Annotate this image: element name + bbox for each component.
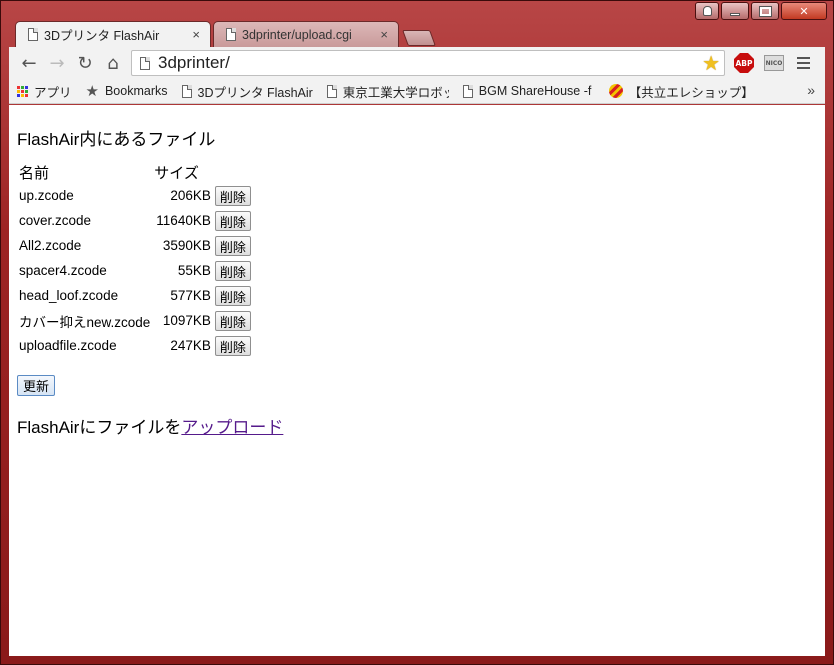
file-name: spacer4.zcode (19, 263, 107, 278)
delete-button[interactable]: 削除 (214, 210, 251, 231)
nico-icon: NICO (764, 55, 784, 71)
url-text[interactable]: 3dprinter/ (158, 53, 694, 73)
user-icon (702, 6, 712, 16)
minimize-icon (730, 12, 740, 16)
table-row: up.zcode 206KB 削除 (17, 183, 253, 208)
upload-link[interactable]: アップロード (181, 418, 283, 437)
kyoritsu-icon (608, 84, 623, 98)
address-bar[interactable]: 3dprinter/ ★ (131, 50, 725, 76)
file-size: 3590KB (162, 238, 211, 253)
browser-toolbar: ← → ↻ ⌂ 3dprinter/ ★ ABP NICO (9, 47, 825, 79)
tab-close-icon[interactable]: × (192, 27, 200, 42)
delete-button[interactable]: 削除 (214, 260, 251, 281)
page-heading: FlashAir内にあるファイル (17, 130, 216, 149)
delete-button[interactable]: 削除 (214, 335, 251, 356)
file-size: 247KB (170, 338, 211, 353)
forward-button[interactable]: → (43, 49, 71, 77)
column-header-name: 名前 (19, 165, 50, 182)
file-size: 1097KB (162, 313, 211, 328)
file-size: 11640KB (156, 213, 211, 228)
bookmark-kyoritsu[interactable]: 【共立エレショップ】 (608, 82, 754, 101)
hamburger-icon (797, 57, 810, 59)
bookmark-3dprinter[interactable]: 3Dプリンタ FlashAir (181, 82, 313, 101)
page-icon (226, 28, 236, 41)
delete-button[interactable]: 削除 (214, 235, 251, 256)
close-icon: ✕ (799, 4, 809, 18)
maximize-icon (758, 5, 772, 17)
table-row: カバー抑えnew.zcode 1097KB 削除 (17, 308, 253, 333)
file-name: カバー抑えnew.zcode (19, 314, 151, 330)
page-icon (462, 84, 473, 98)
tab-strip: 3Dプリンタ FlashAir × 3dprinter/upload.cgi × (15, 21, 436, 47)
home-button[interactable]: ⌂ (99, 49, 127, 77)
delete-button[interactable]: 削除 (214, 310, 251, 331)
tab-close-icon[interactable]: × (380, 27, 388, 42)
table-row: cover.zcode 11640KB 削除 (17, 208, 253, 233)
upload-prefix-text: FlashAirにファイルを (17, 418, 182, 437)
tab-label: 3Dプリンタ FlashAir (44, 29, 160, 43)
file-table: 名前 サイズ up.zcode 206KB 削除 cover.zcode 11640KB… (17, 162, 253, 358)
close-window-button[interactable]: ✕ (781, 2, 827, 20)
back-button[interactable]: ← (15, 49, 43, 77)
page-icon (140, 56, 150, 70)
bookmark-label: BGM ShareHouse -f (478, 84, 592, 98)
table-header-row: 名前 サイズ (17, 162, 253, 183)
file-name: uploadfile.zcode (19, 338, 117, 353)
table-row: All2.zcode 3590KB 削除 (17, 233, 253, 258)
page-content: FlashAir内にあるファイル 名前 サイズ up.zcode 206KB 削除 c… (9, 105, 825, 656)
table-row: spacer4.zcode 55KB 削除 (17, 258, 253, 283)
page-icon (28, 28, 38, 41)
browser-window: ✕ 3Dプリンタ FlashAir × 3dprinter/upload.cgi… (0, 0, 834, 665)
file-name: head_loof.zcode (19, 288, 119, 303)
file-size: 577KB (170, 288, 211, 303)
file-rows: up.zcode 206KB 削除 cover.zcode 11640KB 削除 All2.… (17, 183, 253, 358)
nico-extension-button[interactable]: NICO (763, 52, 785, 74)
tab-flashair[interactable]: 3Dプリンタ FlashAir × (15, 21, 211, 47)
forward-arrow-icon: → (49, 52, 65, 74)
window-controls: ✕ (695, 2, 827, 20)
tab-upload-cgi[interactable]: 3dprinter/upload.cgi × (213, 21, 399, 47)
bookmarks-bar: アプリ ★ Bookmarks 3Dプリンタ FlashAir 東京工業大学ロボ… (9, 79, 825, 104)
bookmark-star-icon[interactable]: ★ (702, 51, 724, 76)
file-name: up.zcode (19, 188, 74, 203)
minimize-button[interactable] (721, 2, 749, 20)
maximize-button[interactable] (751, 2, 779, 20)
bookmark-label: Bookmarks (104, 84, 168, 98)
bookmark-label: 3Dプリンタ FlashAir (197, 85, 313, 100)
adblock-icon: ABP (734, 53, 754, 73)
page-icon (181, 84, 192, 98)
tab-label: 3dprinter/upload.cgi (242, 27, 352, 42)
file-name: cover.zcode (19, 213, 92, 228)
delete-button[interactable]: 削除 (214, 185, 251, 206)
bookmark-titech-robot[interactable]: 東京工業大学ロボット (326, 82, 449, 101)
bookmark-label: アプリ (34, 85, 72, 100)
bookmark-label: 東京工業大学ロボット (342, 85, 449, 100)
upload-line: FlashAirにファイルをアップロード (17, 413, 283, 438)
back-arrow-icon: ← (21, 52, 37, 74)
column-header-size: サイズ (154, 165, 199, 182)
delete-button[interactable]: 削除 (214, 285, 251, 306)
home-icon: ⌂ (107, 52, 119, 74)
reload-icon: ↻ (77, 52, 93, 74)
page-icon (326, 84, 337, 98)
adblock-extension-button[interactable]: ABP (733, 52, 755, 74)
reload-button[interactable]: ↻ (71, 49, 99, 77)
bookmark-label: 【共立エレショップ】 (628, 85, 754, 100)
bookmark-apps[interactable]: アプリ (17, 82, 72, 101)
file-size: 55KB (177, 263, 211, 278)
table-row: uploadfile.zcode 247KB 削除 (17, 333, 253, 358)
update-button[interactable]: 更新 (17, 375, 56, 396)
file-size: 206KB (170, 188, 211, 203)
bookmarks-overflow-chevron-icon[interactable]: » (807, 82, 815, 98)
apps-icon (17, 85, 28, 97)
bookmark-bgm-sharehouse[interactable]: BGM ShareHouse -f (462, 84, 595, 98)
file-name: All2.zcode (19, 238, 82, 253)
user-profile-button[interactable] (695, 2, 719, 20)
table-row: head_loof.zcode 577KB 削除 (17, 283, 253, 308)
star-icon: ★ (85, 83, 99, 100)
chrome-menu-button[interactable] (797, 57, 810, 69)
new-tab-button[interactable] (402, 30, 436, 46)
bookmark-folder-bookmarks[interactable]: ★ Bookmarks (86, 82, 168, 100)
